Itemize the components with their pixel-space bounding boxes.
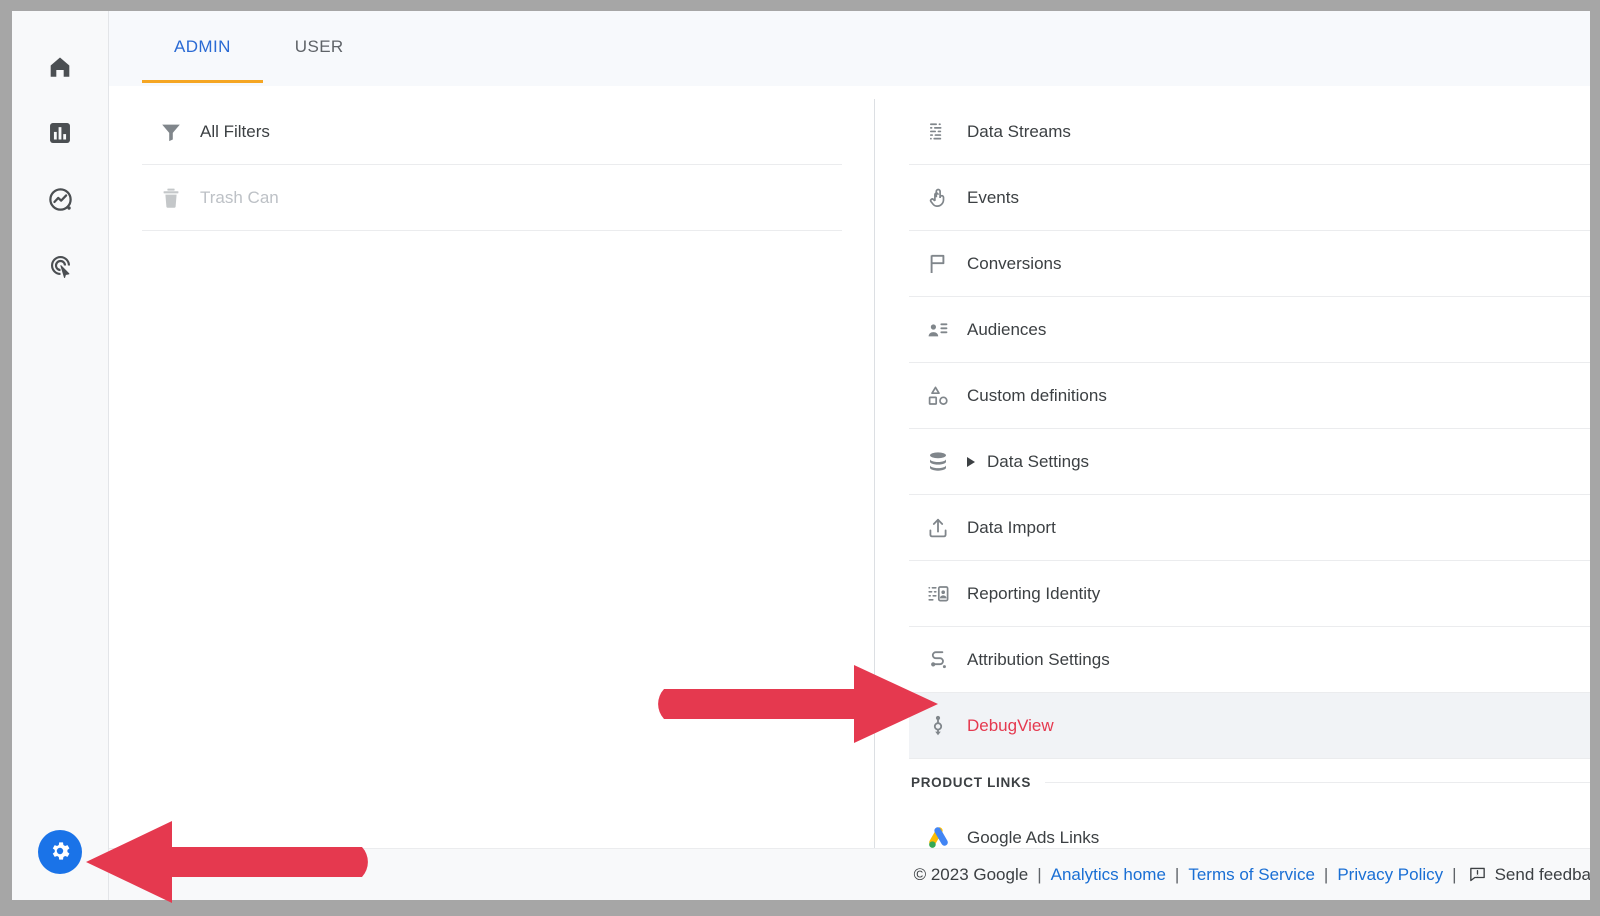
reporting-identity-icon xyxy=(909,582,967,606)
menu-item-data-streams-label: Data Streams xyxy=(967,122,1071,142)
footer-links: © 2023 Google | Analytics home | Terms o… xyxy=(914,865,1590,885)
chevron-right-icon[interactable] xyxy=(967,457,975,467)
menu-item-audiences[interactable]: Audiences xyxy=(909,297,1590,363)
property-settings-column: Data Streams Events xyxy=(909,99,1590,871)
events-icon xyxy=(909,186,967,210)
menu-item-custom-definitions-label: Custom definitions xyxy=(967,386,1107,406)
page-footer: © 2023 Google | Analytics home | Terms o… xyxy=(109,848,1590,900)
audiences-icon xyxy=(909,318,967,342)
sidebar-item-reports[interactable] xyxy=(12,113,108,153)
menu-item-events-label: Events xyxy=(967,188,1019,208)
menu-item-custom-definitions[interactable]: Custom definitions xyxy=(909,363,1590,429)
menu-item-debugview-label: DebugView xyxy=(967,716,1054,736)
menu-item-data-streams[interactable]: Data Streams xyxy=(909,99,1590,165)
menu-item-conversions[interactable]: Conversions xyxy=(909,231,1590,297)
product-links-heading: PRODUCT LINKS xyxy=(909,759,1590,805)
upload-icon xyxy=(909,516,967,540)
sidebar-item-home[interactable] xyxy=(12,47,108,87)
gear-icon xyxy=(48,839,72,866)
tab-admin-label: ADMIN xyxy=(174,37,231,57)
footer-link-analytics-home[interactable]: Analytics home xyxy=(1051,865,1166,885)
analytics-admin-window: ADMIN USER All Filters xyxy=(12,11,1590,900)
advertising-icon xyxy=(47,252,74,279)
admin-body: All Filters Trash Can xyxy=(109,86,1590,900)
custom-definitions-icon xyxy=(909,384,967,408)
menu-item-attribution-settings-label: Attribution Settings xyxy=(967,650,1110,670)
menu-item-trash-can: Trash Can xyxy=(142,165,842,231)
database-icon xyxy=(909,450,967,474)
menu-item-debugview[interactable]: DebugView xyxy=(909,693,1590,759)
menu-item-data-settings[interactable]: Data Settings xyxy=(909,429,1590,495)
menu-item-reporting-identity[interactable]: Reporting Identity xyxy=(909,561,1590,627)
admin-header: ADMIN USER xyxy=(109,11,1590,86)
explore-icon xyxy=(47,186,74,213)
menu-item-google-ads-links-label: Google Ads Links xyxy=(967,828,1099,848)
tab-admin[interactable]: ADMIN xyxy=(142,11,263,83)
menu-item-all-filters-label: All Filters xyxy=(200,122,270,142)
reports-icon xyxy=(47,120,73,146)
menu-item-data-import[interactable]: Data Import xyxy=(909,495,1590,561)
footer-separator-2: | xyxy=(1175,865,1179,885)
tab-bar: ADMIN USER xyxy=(142,11,376,86)
menu-item-conversions-label: Conversions xyxy=(967,254,1062,274)
sidebar-item-advertising[interactable] xyxy=(12,245,108,285)
flag-icon xyxy=(909,252,967,276)
menu-item-data-import-label: Data Import xyxy=(967,518,1056,538)
filter-icon xyxy=(142,120,200,144)
attribution-icon xyxy=(909,648,967,672)
menu-item-trash-can-label: Trash Can xyxy=(200,188,279,208)
menu-item-audiences-label: Audiences xyxy=(967,320,1046,340)
menu-item-events[interactable]: Events xyxy=(909,165,1590,231)
footer-send-feedback-label: Send feedback xyxy=(1495,865,1590,885)
footer-link-terms-of-service[interactable]: Terms of Service xyxy=(1188,865,1315,885)
menu-item-all-filters[interactable]: All Filters xyxy=(142,99,842,165)
menu-item-data-settings-label: Data Settings xyxy=(987,452,1089,472)
tab-user-label: USER xyxy=(295,37,344,57)
footer-link-privacy-policy[interactable]: Privacy Policy xyxy=(1337,865,1443,885)
feedback-icon xyxy=(1468,865,1487,884)
debugview-icon xyxy=(909,714,967,738)
menu-item-reporting-identity-label: Reporting Identity xyxy=(967,584,1100,604)
tab-user[interactable]: USER xyxy=(263,11,376,83)
product-links-rule xyxy=(1045,782,1590,783)
home-icon xyxy=(47,54,73,80)
trash-icon xyxy=(142,186,200,210)
footer-separator-3: | xyxy=(1324,865,1328,885)
data-streams-icon xyxy=(909,120,967,144)
footer-separator-1: | xyxy=(1037,865,1041,885)
sidebar-item-explore[interactable] xyxy=(12,179,108,219)
column-divider xyxy=(874,99,875,852)
admin-gear-button[interactable] xyxy=(38,830,82,874)
view-settings-column: All Filters Trash Can xyxy=(142,99,842,231)
footer-copyright: © 2023 Google xyxy=(914,865,1029,885)
product-links-heading-label: PRODUCT LINKS xyxy=(911,775,1031,790)
footer-separator-4: | xyxy=(1452,865,1456,885)
menu-item-attribution-settings[interactable]: Attribution Settings xyxy=(909,627,1590,693)
left-icon-rail xyxy=(12,11,109,900)
